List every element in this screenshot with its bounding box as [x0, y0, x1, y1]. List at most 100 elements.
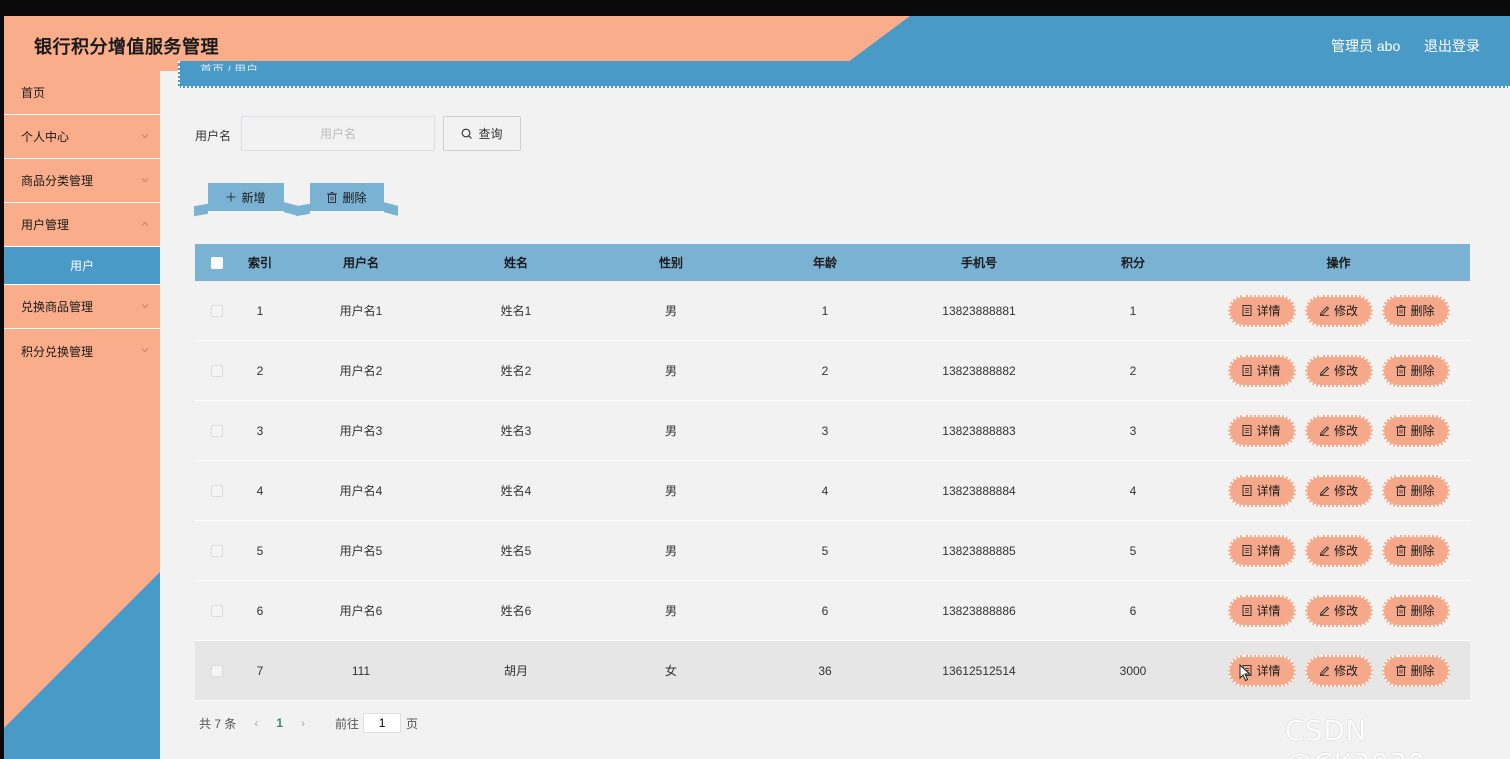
cell-username: 用户名2 — [339, 364, 383, 378]
detail-button[interactable]: 详情 — [1227, 654, 1296, 687]
batch-delete-button[interactable]: 删除 — [310, 183, 384, 211]
table-row[interactable]: 3 用户名3 姓名3 男 3 13823888883 3 详情 修改 删除 — [195, 401, 1470, 461]
sidebar-item-exchange-goods[interactable]: 兑换商品管理 — [4, 285, 160, 329]
page-number[interactable]: 1 — [276, 716, 283, 730]
sidebar-item-category-management[interactable]: 商品分类管理 — [4, 159, 160, 203]
document-icon — [1242, 545, 1252, 556]
sidebar-item-points-exchange[interactable]: 积分兑换管理 — [4, 329, 160, 373]
edit-button[interactable]: 修改 — [1304, 594, 1373, 627]
detail-button[interactable]: 详情 — [1227, 594, 1296, 627]
edit-button[interactable]: 修改 — [1304, 294, 1373, 327]
detail-label: 详情 — [1256, 604, 1281, 618]
table-header: 索引 用户名 姓名 性别 年龄 手机号 积分 操作 — [195, 244, 1470, 281]
cell-sex: 男 — [664, 304, 677, 318]
table-row[interactable]: 1 用户名1 姓名1 男 1 13823888881 1 详情 修改 删除 — [195, 281, 1470, 341]
table-row[interactable]: 7 111 胡月 女 36 13612512514 3000 详情 修改 删除 — [195, 641, 1470, 701]
header-checkbox-cell — [195, 256, 239, 269]
cell-age: 6 — [821, 603, 829, 618]
delete-label: 删除 — [1410, 544, 1435, 558]
logout-link[interactable]: 退出登录 — [1424, 36, 1480, 56]
sidebar-item-label: 首页 — [21, 86, 46, 100]
table-row[interactable]: 4 用户名4 姓名4 男 4 13823888884 4 详情 修改 删除 — [195, 461, 1470, 521]
cell-operations: 详情 修改 删除 — [1207, 534, 1470, 567]
app-window: 银行积分增值服务管理 管理员 abo 退出登录 首页 个人中心 商品分类管理 用… — [4, 16, 1510, 759]
delete-label: 删除 — [1410, 484, 1435, 498]
edit-label: 修改 — [1333, 604, 1358, 618]
username-search-input[interactable] — [241, 116, 435, 151]
cell-points: 3000 — [1119, 663, 1147, 678]
cell-username: 用户名1 — [339, 304, 383, 318]
detail-button[interactable]: 详情 — [1227, 474, 1296, 507]
row-checkbox[interactable] — [211, 424, 223, 437]
edit-icon — [1319, 546, 1330, 556]
cell-age: 1 — [821, 303, 829, 318]
sidebar-subitem-user[interactable]: 用户 — [4, 247, 160, 285]
row-checkbox[interactable] — [211, 304, 223, 317]
cell-username: 用户名3 — [339, 424, 383, 438]
edit-button[interactable]: 修改 — [1304, 534, 1373, 567]
document-icon — [1242, 605, 1252, 616]
detail-button[interactable]: 详情 — [1227, 534, 1296, 567]
edit-button[interactable]: 修改 — [1304, 414, 1373, 447]
sidebar-item-personal-center[interactable]: 个人中心 — [4, 115, 160, 159]
table-row[interactable]: 5 用户名5 姓名5 男 5 13823888885 5 详情 修改 删除 — [195, 521, 1470, 581]
edit-button[interactable]: 修改 — [1304, 354, 1373, 387]
cell-phone: 13612512514 — [942, 663, 1016, 678]
cell-index: 2 — [256, 363, 264, 378]
column-header: 索引 — [247, 256, 272, 270]
plus-icon — [226, 192, 236, 202]
chevron-down-icon — [141, 348, 149, 353]
document-icon — [1242, 485, 1252, 496]
detail-button[interactable]: 详情 — [1227, 294, 1296, 327]
delete-label: 删除 — [1410, 304, 1435, 318]
delete-button[interactable]: 删除 — [1381, 474, 1450, 507]
column-header: 性别 — [658, 256, 683, 270]
table-row[interactable]: 6 用户名6 姓名6 男 6 13823888886 6 详情 修改 删除 — [195, 581, 1470, 641]
mouse-cursor-icon — [1239, 664, 1251, 682]
delete-button[interactable]: 删除 — [1381, 294, 1450, 327]
delete-button[interactable]: 删除 — [1381, 594, 1450, 627]
cell-username: 用户名5 — [339, 544, 383, 558]
cell-name: 姓名2 — [500, 364, 532, 378]
row-checkbox[interactable] — [211, 664, 223, 677]
row-checkbox-cell — [195, 304, 239, 317]
detail-button[interactable]: 详情 — [1227, 354, 1296, 387]
row-checkbox-cell — [195, 544, 239, 557]
delete-button[interactable]: 删除 — [1381, 534, 1450, 567]
select-all-checkbox[interactable] — [211, 256, 223, 269]
goto-page-input[interactable] — [363, 713, 402, 733]
next-page-icon[interactable]: › — [301, 716, 305, 730]
cell-name: 胡月 — [503, 664, 528, 678]
detail-button[interactable]: 详情 — [1227, 414, 1296, 447]
edit-label: 修改 — [1333, 484, 1358, 498]
add-button[interactable]: 新增 — [208, 183, 284, 211]
cell-operations: 详情 修改 删除 — [1207, 474, 1470, 507]
prev-page-icon[interactable]: ‹ — [254, 716, 258, 730]
column-header: 操作 — [1326, 256, 1351, 270]
column-header: 积分 — [1120, 256, 1145, 270]
table-row[interactable]: 2 用户名2 姓名2 男 2 13823888882 2 详情 修改 删除 — [195, 341, 1470, 401]
delete-button[interactable]: 删除 — [1381, 354, 1450, 387]
row-checkbox-cell — [195, 424, 239, 437]
cell-age: 4 — [821, 483, 829, 498]
row-checkbox[interactable] — [211, 484, 223, 497]
cell-operations: 详情 修改 删除 — [1207, 594, 1470, 627]
sidebar-item-home[interactable]: 首页 — [4, 71, 160, 115]
edit-button[interactable]: 修改 — [1304, 474, 1373, 507]
row-checkbox[interactable] — [211, 604, 223, 617]
row-checkbox[interactable] — [211, 544, 223, 557]
search-icon — [462, 128, 473, 139]
column-header: 年龄 — [812, 256, 837, 270]
cell-index: 7 — [256, 663, 264, 678]
edit-label: 修改 — [1333, 424, 1358, 438]
trash-icon — [1396, 485, 1407, 496]
edit-icon — [1319, 306, 1330, 316]
chevron-up-icon — [141, 221, 149, 226]
row-checkbox[interactable] — [211, 364, 223, 377]
sidebar-item-user-management[interactable]: 用户管理 — [4, 203, 160, 247]
search-button[interactable]: 查询 — [443, 116, 521, 151]
delete-label: 删除 — [1410, 664, 1435, 678]
delete-button[interactable]: 删除 — [1381, 414, 1450, 447]
delete-button[interactable]: 删除 — [1381, 654, 1450, 687]
edit-button[interactable]: 修改 — [1304, 654, 1373, 687]
